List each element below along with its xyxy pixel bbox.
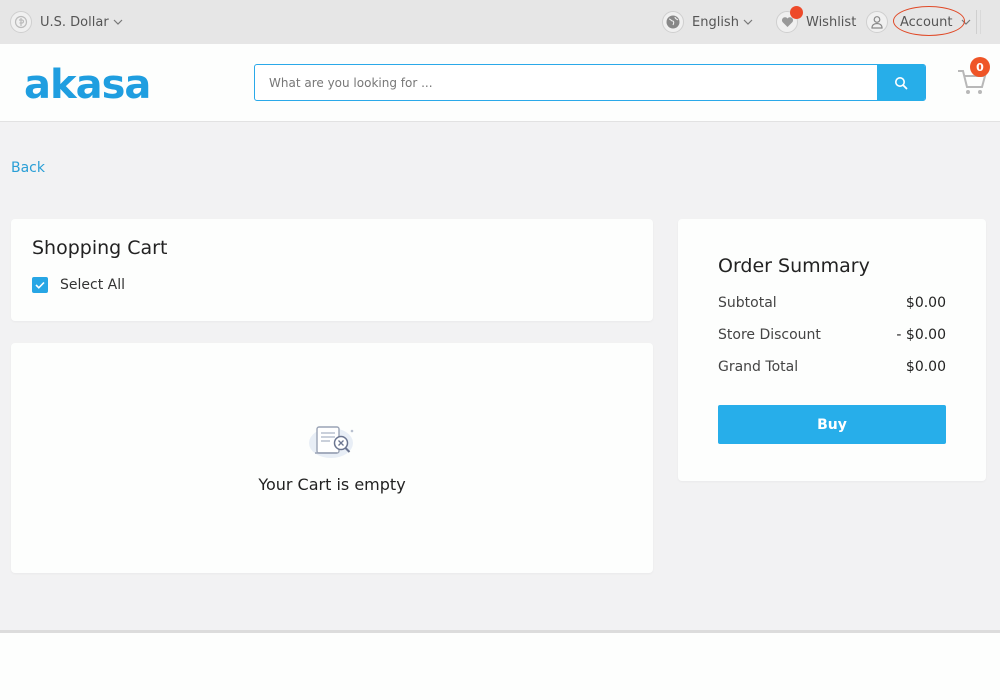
search-input[interactable] — [255, 65, 878, 100]
akasa-logo[interactable]: akasa — [24, 62, 151, 108]
topbar-divider — [980, 10, 981, 34]
heart-icon — [776, 6, 803, 33]
cart-button[interactable]: 0 — [956, 57, 990, 100]
back-link[interactable]: Back — [11, 160, 45, 176]
select-all-label: Select All — [60, 277, 125, 293]
account-highlight-oval — [893, 6, 965, 36]
summary-row-value: $0.00 — [905, 295, 946, 311]
summary-row-value: $0.00 — [905, 359, 946, 375]
globe-icon — [662, 11, 684, 33]
search-icon — [895, 76, 908, 89]
footer — [0, 633, 1000, 700]
site-header: akasa 0 — [0, 44, 1000, 122]
search-bar — [254, 64, 926, 101]
check-icon — [32, 277, 48, 293]
currency-selector[interactable]: U.S. Dollar — [10, 0, 123, 44]
subtotal-row: Subtotal $0.00 — [718, 295, 946, 311]
order-summary-title: Order Summary — [718, 255, 870, 277]
search-button[interactable] — [877, 64, 925, 101]
language-selector[interactable]: English — [662, 0, 753, 44]
order-summary-panel: Order Summary Subtotal $0.00 Store Disco… — [678, 219, 986, 481]
store-discount-row: Store Discount - $0.00 — [718, 327, 946, 343]
wishlist-link[interactable]: Wishlist — [776, 0, 856, 44]
summary-row-value: - $0.00 — [896, 327, 946, 343]
chevron-down-icon — [743, 15, 753, 30]
shopping-cart-title: Shopping Cart — [32, 237, 168, 259]
empty-cart-message: Your Cart is empty — [258, 475, 406, 494]
chevron-down-icon — [113, 15, 123, 30]
summary-row-label: Subtotal — [718, 295, 777, 311]
empty-cart-icon — [307, 421, 357, 461]
top-utility-bar: U.S. Dollar English Wishlist Account — [0, 0, 1000, 44]
language-label: English — [692, 14, 739, 30]
wishlist-notification-dot — [790, 6, 803, 19]
shopping-cart-panel: Shopping Cart Select All — [11, 219, 653, 321]
wishlist-label: Wishlist — [806, 14, 857, 30]
cart-count-badge: 0 — [970, 57, 990, 77]
summary-row-label: Grand Total — [718, 359, 799, 375]
grand-total-row: Grand Total $0.00 — [718, 359, 946, 375]
buy-button[interactable]: Buy — [718, 405, 946, 444]
summary-row-label: Store Discount — [718, 327, 821, 343]
currency-label: U.S. Dollar — [40, 14, 109, 30]
topbar-divider — [976, 10, 977, 34]
empty-cart-panel: Your Cart is empty — [11, 343, 653, 573]
select-all-checkbox[interactable]: Select All — [32, 277, 125, 293]
currency-icon — [10, 11, 32, 33]
user-icon — [866, 11, 888, 33]
